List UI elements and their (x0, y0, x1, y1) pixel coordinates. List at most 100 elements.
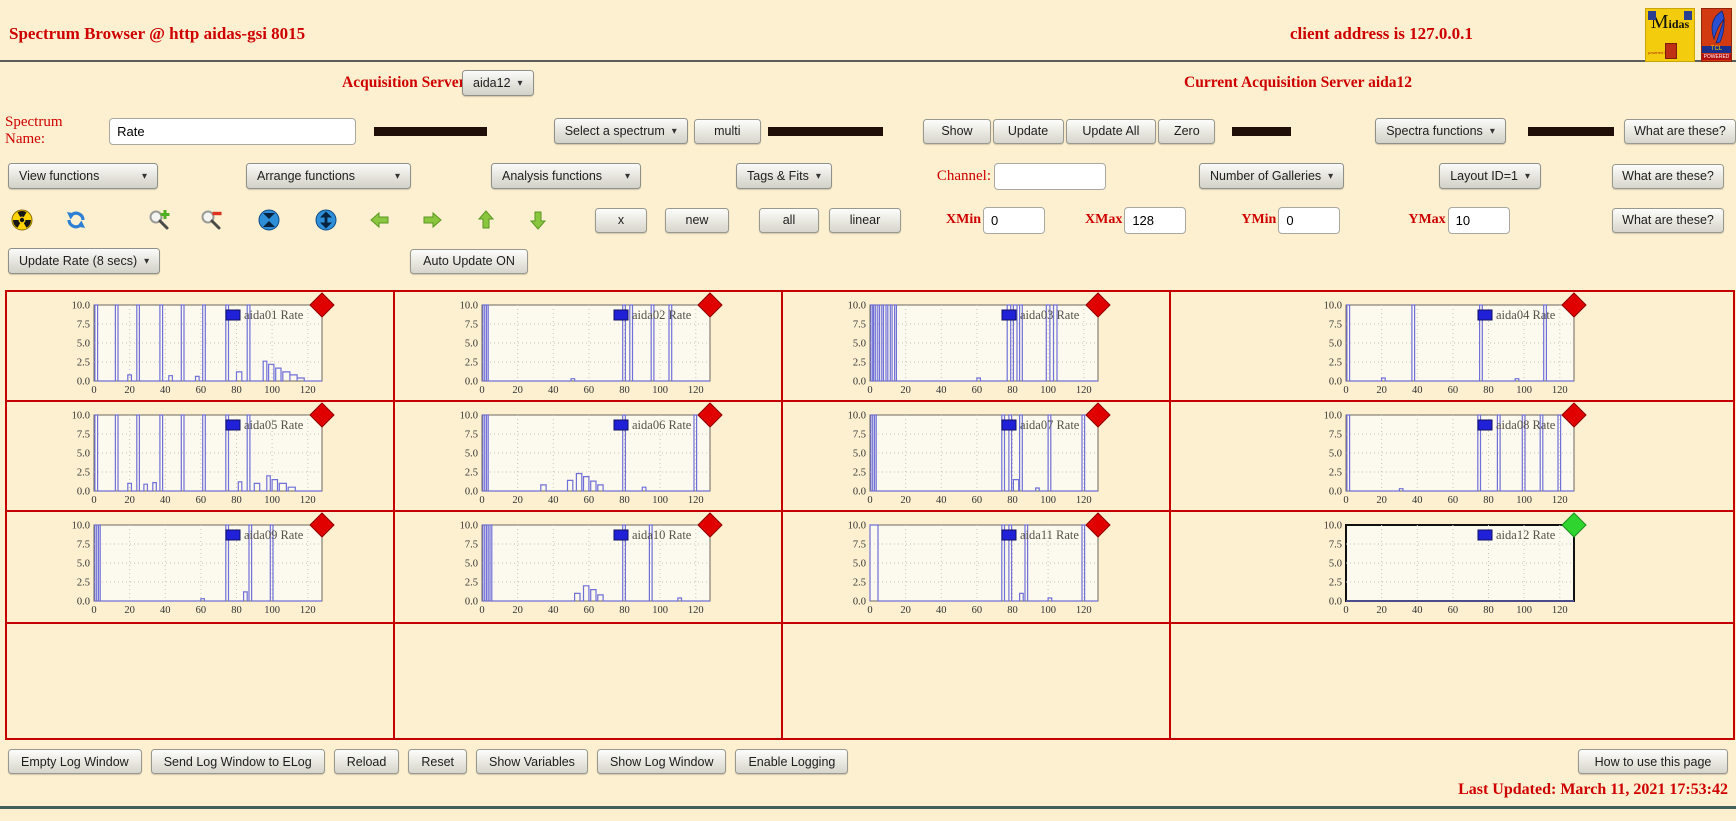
expand-vertical-icon[interactable] (314, 208, 338, 232)
what-are-these-button[interactable]: What are these? (1624, 119, 1736, 144)
empty-gallery-cell (1171, 624, 1733, 738)
spectrum-chart-aida10[interactable]: 0.02.55.07.510.0020406080100120 aida10 R… (448, 517, 728, 617)
refresh-icon[interactable] (64, 208, 88, 232)
svg-text:120: 120 (300, 495, 316, 506)
svg-text:80: 80 (619, 385, 630, 396)
reset-button[interactable]: Reset (408, 749, 467, 774)
linear-button[interactable]: linear (829, 208, 901, 233)
spectrum-chart-aida08[interactable]: 0.02.55.07.510.0020406080100120 aida08 R… (1312, 407, 1592, 507)
update-all-button[interactable]: Update All (1066, 119, 1157, 144)
svg-text:2.5: 2.5 (465, 468, 478, 479)
what-are-these-button[interactable]: What are these? (1612, 164, 1724, 189)
radioactive-icon[interactable] (10, 208, 34, 232)
gallery-cell-aida01[interactable]: 0.02.55.07.510.0020406080100120 aida01 R… (7, 292, 395, 402)
gallery-cell-aida09[interactable]: 0.02.55.07.510.0020406080100120 aida09 R… (7, 512, 395, 624)
svg-text:7.5: 7.5 (853, 430, 866, 441)
svg-text:10.0: 10.0 (460, 301, 478, 312)
x-axis-button[interactable]: x (595, 208, 647, 233)
gallery-cell-aida04[interactable]: 0.02.55.07.510.0020406080100120 aida04 R… (1171, 292, 1733, 402)
analysis-functions-dropdown[interactable]: Analysis functions (491, 163, 641, 189)
enable-logging-button[interactable]: Enable Logging (735, 749, 848, 774)
gallery-cell-aida03[interactable]: 0.02.55.07.510.0020406080100120 aida03 R… (783, 292, 1171, 402)
tags-fits-dropdown[interactable]: Tags & Fits (736, 163, 832, 189)
spectra-functions-dropdown[interactable]: Spectra functions (1375, 118, 1506, 144)
auto-update-button[interactable]: Auto Update ON (410, 249, 528, 274)
show-button[interactable]: Show (923, 119, 990, 144)
svg-text:120: 120 (1552, 605, 1568, 616)
svg-text:10.0: 10.0 (72, 521, 90, 532)
arrow-left-icon[interactable] (368, 208, 392, 232)
svg-text:120: 120 (1552, 385, 1568, 396)
legend-swatch (1002, 530, 1016, 540)
svg-text:7.5: 7.5 (1329, 430, 1342, 441)
channel-label: Channel: (937, 168, 991, 185)
ymin-input[interactable] (1278, 207, 1340, 234)
ymax-input[interactable] (1448, 207, 1510, 234)
zoom-out-icon[interactable] (200, 208, 224, 232)
svg-text:80: 80 (231, 495, 242, 506)
view-functions-dropdown[interactable]: View functions (8, 163, 158, 189)
spectrum-name-input[interactable] (109, 118, 356, 145)
legend-swatch (614, 310, 628, 320)
empty-gallery-cell (783, 624, 1171, 738)
spectrum-chart-aida09[interactable]: 0.02.55.07.510.0020406080100120 aida09 R… (60, 517, 340, 617)
spectrum-chart-aida04[interactable]: 0.02.55.07.510.0020406080100120 aida04 R… (1312, 297, 1592, 397)
show-log-window-button[interactable]: Show Log Window (597, 749, 727, 774)
arrow-right-icon[interactable] (420, 208, 444, 232)
collapse-vertical-icon[interactable] (257, 208, 281, 232)
gallery-cell-aida05[interactable]: 0.02.55.07.510.0020406080100120 aida05 R… (7, 402, 395, 512)
what-are-these-button[interactable]: What are these? (1612, 208, 1724, 233)
select-spectrum-dropdown[interactable]: Select a spectrum (554, 118, 688, 144)
spectrum-chart-aida01[interactable]: 0.02.55.07.510.0020406080100120 aida01 R… (60, 297, 340, 397)
spectrum-chart-aida02[interactable]: 0.02.55.07.510.0020406080100120 aida02 R… (448, 297, 728, 397)
arrow-down-icon[interactable] (526, 208, 550, 232)
arrange-functions-dropdown[interactable]: Arrange functions (246, 163, 411, 189)
gallery-cell-aida07[interactable]: 0.02.55.07.510.0020406080100120 aida07 R… (783, 402, 1171, 512)
gallery-cell-aida06[interactable]: 0.02.55.07.510.0020406080100120 aida06 R… (395, 402, 783, 512)
spectrum-chart-aida11[interactable]: 0.02.55.07.510.0020406080100120 aida11 R… (836, 517, 1116, 617)
view-functions-label: View functions (19, 169, 99, 183)
how-to-use-button[interactable]: How to use this page (1578, 749, 1728, 774)
svg-text:100: 100 (1516, 605, 1532, 616)
new-button[interactable]: new (665, 208, 729, 233)
update-button[interactable]: Update (993, 119, 1064, 144)
show-variables-button[interactable]: Show Variables (476, 749, 588, 774)
update-rate-dropdown[interactable]: Update Rate (8 secs) (8, 248, 160, 274)
gallery-cell-aida11[interactable]: 0.02.55.07.510.0020406080100120 aida11 R… (783, 512, 1171, 624)
spectrum-chart-aida12[interactable]: 0.02.55.07.510.0020406080100120 aida12 R… (1312, 517, 1592, 617)
zoom-in-icon[interactable] (148, 208, 172, 232)
spectrum-chart-aida05[interactable]: 0.02.55.07.510.0020406080100120 aida05 R… (60, 407, 340, 507)
gallery-cell-aida02[interactable]: 0.02.55.07.510.0020406080100120 aida02 R… (395, 292, 783, 402)
number-of-galleries-dropdown[interactable]: Number of Galleries (1199, 163, 1344, 189)
svg-text:40: 40 (548, 605, 559, 616)
zero-button[interactable]: Zero (1158, 119, 1215, 144)
empty-log-window-button[interactable]: Empty Log Window (8, 749, 142, 774)
chevron-down-icon (144, 256, 149, 267)
chevron-down-icon (625, 171, 630, 182)
send-log-to-elog-button[interactable]: Send Log Window to ELog (151, 749, 325, 774)
all-button[interactable]: all (759, 208, 819, 233)
gallery-cell-aida08[interactable]: 0.02.55.07.510.0020406080100120 aida08 R… (1171, 402, 1733, 512)
gallery-cell-aida10[interactable]: 0.02.55.07.510.0020406080100120 aida10 R… (395, 512, 783, 624)
xmax-input[interactable] (1124, 207, 1186, 234)
channel-input[interactable] (994, 163, 1106, 190)
svg-text:40: 40 (1412, 495, 1423, 506)
spectrum-chart-aida06[interactable]: 0.02.55.07.510.0020406080100120 aida06 R… (448, 407, 728, 507)
svg-text:80: 80 (1483, 495, 1494, 506)
svg-text:7.5: 7.5 (77, 430, 90, 441)
xmin-input[interactable] (983, 207, 1045, 234)
svg-text:120: 120 (1076, 495, 1092, 506)
acquisition-server-select[interactable]: aida12 (462, 70, 534, 96)
spectrum-chart-aida07[interactable]: 0.02.55.07.510.0020406080100120 aida07 R… (836, 407, 1116, 507)
layout-id-dropdown[interactable]: Layout ID=1 (1439, 163, 1541, 189)
svg-text:0: 0 (1343, 605, 1348, 616)
svg-text:0: 0 (479, 605, 484, 616)
gallery-cell-aida12[interactable]: 0.02.55.07.510.0020406080100120 aida12 R… (1171, 512, 1733, 624)
arrow-up-icon[interactable] (474, 208, 498, 232)
multi-button[interactable]: multi (694, 119, 761, 144)
svg-text:40: 40 (936, 385, 947, 396)
svg-text:60: 60 (972, 385, 983, 396)
spectrum-chart-aida03[interactable]: 0.02.55.07.510.0020406080100120 aida03 R… (836, 297, 1116, 397)
svg-text:80: 80 (231, 605, 242, 616)
reload-button[interactable]: Reload (334, 749, 400, 774)
